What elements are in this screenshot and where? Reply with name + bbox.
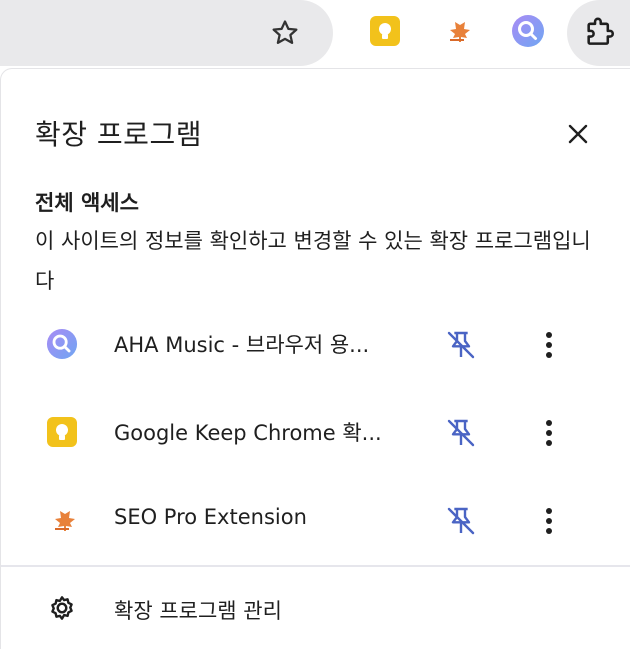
seo-pro-icon (45, 503, 79, 537)
section-title: 전체 액세스 (35, 191, 139, 215)
browser-toolbar (0, 0, 630, 68)
manage-extensions-label: 확장 프로그램 관리 (114, 599, 282, 623)
extension-name: AHA Music - 브라우저 용... (114, 333, 370, 357)
seo-pro-icon[interactable] (440, 14, 474, 48)
unpinned-icon[interactable] (441, 413, 481, 453)
section-description: 이 사이트의 정보를 확인하고 변경할 수 있는 확장 프로그램입니다 (35, 229, 591, 293)
extension-name: Google Keep Chrome 확... (114, 421, 382, 445)
more-options-icon[interactable] (533, 325, 565, 365)
panel-title: 확장 프로그램 (35, 118, 202, 151)
google-keep-icon[interactable] (368, 14, 402, 48)
more-options-icon[interactable] (533, 413, 565, 453)
extension-row-aha-music[interactable]: AHA Music - 브라우저 용... (1, 305, 630, 385)
extensions-menu: 확장 프로그램 전체 액세스 이 사이트의 정보를 확인하고 변경할 수 있는 … (0, 68, 630, 649)
extension-name: SEO Pro Extension (114, 505, 307, 529)
more-options-icon[interactable] (533, 501, 565, 541)
divider (1, 565, 630, 567)
aha-music-icon (45, 327, 79, 361)
aha-music-icon[interactable] (511, 14, 545, 48)
extensions-puzzle-icon[interactable] (567, 0, 630, 66)
extension-row-google-keep[interactable]: Google Keep Chrome 확... (1, 393, 630, 473)
unpinned-icon[interactable] (441, 501, 481, 541)
star-icon[interactable] (266, 14, 304, 52)
unpinned-icon[interactable] (441, 325, 481, 365)
close-icon[interactable] (559, 115, 597, 153)
manage-extensions-button[interactable]: 확장 프로그램 관리 (1, 579, 630, 639)
gear-icon (45, 591, 79, 625)
extension-row-seo-pro[interactable]: SEO Pro Extension (1, 481, 630, 561)
google-keep-icon (45, 415, 79, 449)
